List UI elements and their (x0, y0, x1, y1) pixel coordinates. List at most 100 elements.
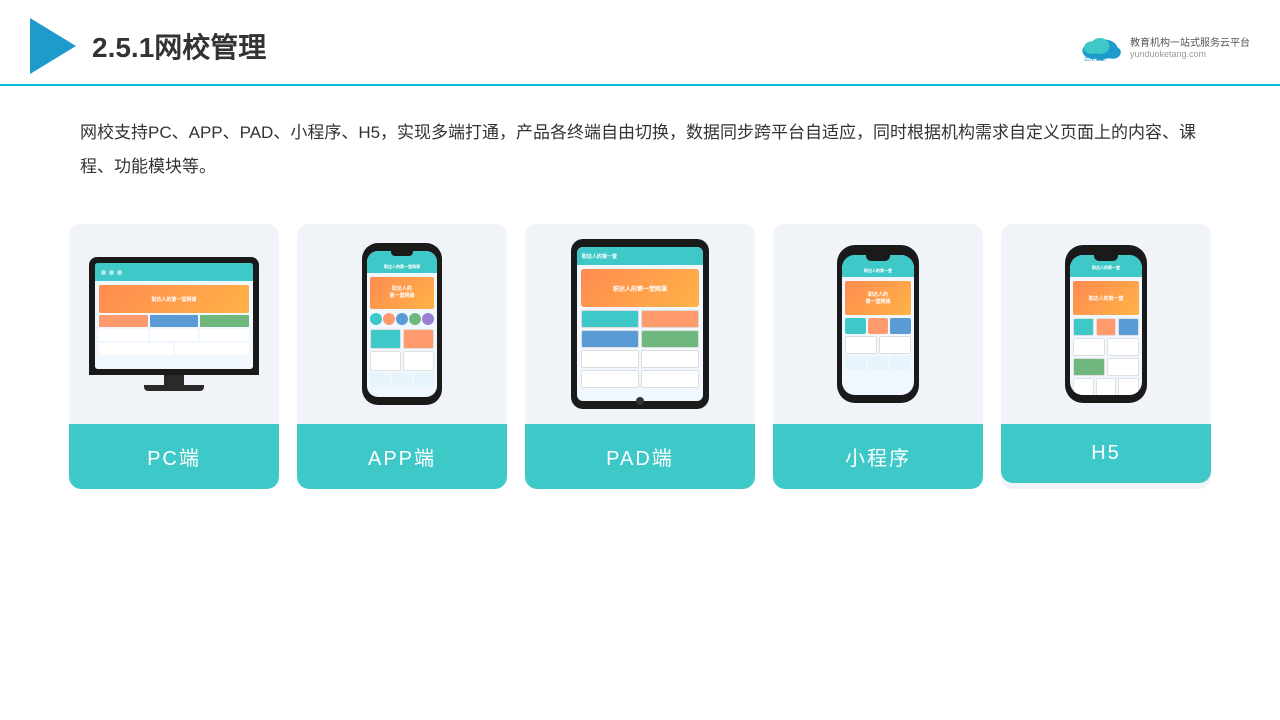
card-app-image: 职达人的第一堂网课 职达人的第一堂网课 (297, 224, 507, 424)
pad-tablet-mockup: 职达人的第一堂 职达人的第一堂网课 (571, 239, 709, 409)
tablet-grid-item (641, 350, 699, 368)
card-h5-label: H5 (1001, 424, 1211, 483)
phone-icon (396, 313, 408, 325)
mini-card-item (890, 356, 911, 370)
mini-screen-header-text: 职达人的第一堂 (864, 268, 892, 274)
phone-course-row-2 (370, 351, 434, 371)
card-h5-image: 职达人的第一堂 职达人的第一堂 (1001, 224, 1211, 424)
phone-header-text: 职达人的第一堂网课 (384, 256, 420, 270)
card-pad-image: 职达人的第一堂 职达人的第一堂网课 (525, 224, 755, 424)
page-header: 2.5.1网校管理 云朵课堂 教育机构一站式服务云平台 yunduoketang… (0, 0, 1280, 86)
tablet-grid-item (581, 310, 639, 328)
mini-card-row (845, 336, 911, 354)
tablet-grid-item (581, 350, 639, 368)
screen-card-sm (200, 315, 249, 327)
h5-item (1107, 358, 1139, 376)
phone-course-card (370, 329, 401, 349)
h5-item (1073, 318, 1094, 336)
mini-icon-item (845, 318, 866, 334)
screen-card-sm (99, 329, 148, 341)
phone-icons-row (370, 311, 434, 327)
page-title: 2.5.1网校管理 (92, 26, 266, 66)
mini-icon-item (868, 318, 889, 334)
phone-icon (422, 313, 434, 325)
h5-item (1073, 338, 1105, 356)
screen-dot (109, 270, 114, 275)
card-pc-image: 职达人的第一堂网课 (69, 224, 279, 424)
h5-row-2 (1073, 338, 1139, 356)
monitor-screen-bar (95, 263, 253, 281)
tablet-body: 职达人的第一堂网课 (577, 265, 703, 392)
phone-notch (391, 251, 413, 256)
h5-row-3 (1073, 358, 1139, 376)
mini-icon-row (845, 318, 911, 334)
tablet-grid-item (641, 310, 699, 328)
h5-item (1107, 338, 1139, 356)
screen-dot (101, 270, 106, 275)
screen-content: 职达人的第一堂网课 (95, 281, 253, 359)
screen-card-sm (99, 343, 173, 355)
monitor-frame: 职达人的第一堂网课 (89, 257, 259, 375)
phone-bottom-card (392, 373, 412, 387)
h5-row-1 (1073, 318, 1139, 336)
monitor-stand-base (144, 385, 204, 391)
tablet-home-button (636, 397, 644, 405)
phone-icon (383, 313, 395, 325)
h5-row-4 (1073, 378, 1139, 395)
card-pad: 职达人的第一堂 职达人的第一堂网课 (525, 224, 755, 489)
screen-card-sm (99, 315, 148, 327)
tablet-grid-item (581, 330, 639, 348)
h5-item (1073, 378, 1094, 395)
brand-tagline: 教育机构一站式服务云平台 (1130, 34, 1250, 49)
brand-text-block: 教育机构一站式服务云平台 yunduoketang.com (1130, 34, 1250, 59)
tablet-banner-text: 职达人的第一堂网课 (613, 284, 667, 293)
monitor-stand-top (164, 375, 184, 385)
card-pad-label: PAD端 (525, 424, 755, 489)
card-mini-label: 小程序 (773, 424, 983, 489)
mini-banner: 职达人的第一堂网课 (845, 281, 911, 315)
h5-header-text: 职达人的第一堂 (1092, 265, 1120, 274)
phone-icon (370, 313, 382, 325)
mini-screen-body: 职达人的第一堂网课 (842, 277, 914, 374)
phone-bottom-card (414, 373, 434, 387)
h5-item (1096, 318, 1117, 336)
h5-item (1118, 378, 1139, 395)
h5-item (1118, 318, 1139, 336)
phone-banner: 职达人的第一堂网课 (370, 277, 434, 309)
h5-phone-screen: 职达人的第一堂 职达人的第一堂 (1070, 255, 1142, 395)
screen-row-2 (99, 329, 249, 341)
phone-course-card (370, 351, 401, 371)
logo-triangle-icon (30, 18, 76, 74)
monitor-screen: 职达人的第一堂网课 (95, 263, 253, 369)
h5-banner: 职达人的第一堂 (1073, 281, 1139, 315)
h5-banner-text: 职达人的第一堂 (1088, 295, 1123, 302)
tablet-banner: 职达人的第一堂网课 (581, 269, 699, 307)
screen-card-sm (150, 329, 199, 341)
mini-phone-mockup: 职达人的第一堂 职达人的第一堂网课 (837, 245, 919, 403)
screen-dot (117, 270, 122, 275)
phone-screen: 职达人的第一堂网课 职达人的第一堂网课 (367, 251, 437, 397)
mini-phone-screen: 职达人的第一堂 职达人的第一堂网课 (842, 255, 914, 395)
header-left: 2.5.1网校管理 (30, 18, 266, 74)
card-pc: 职达人的第一堂网课 (69, 224, 279, 489)
phone-course-row (370, 329, 434, 349)
card-h5: 职达人的第一堂 职达人的第一堂 (1001, 224, 1211, 489)
h5-item (1096, 378, 1117, 395)
pc-monitor-mockup: 职达人的第一堂网课 (89, 257, 259, 391)
tablet-grid-item (641, 330, 699, 348)
tablet-screen: 职达人的第一堂 职达人的第一堂网课 (577, 247, 703, 401)
brand-logo: 云朵课堂 教育机构一站式服务云平台 yunduoketang.com (1076, 30, 1250, 62)
h5-item (1073, 358, 1105, 376)
screen-card-sm (150, 315, 199, 327)
mini-card-item (845, 356, 866, 370)
tablet-grid (581, 310, 699, 388)
mini-icon-item (890, 318, 911, 334)
card-app-label: APP端 (297, 424, 507, 489)
screen-row-1 (99, 315, 249, 327)
phone-bottom-card (370, 373, 390, 387)
mini-banner-text: 职达人的第一堂网课 (865, 291, 890, 305)
card-mini-image: 职达人的第一堂 职达人的第一堂网课 (773, 224, 983, 424)
mini-phone-notch (866, 255, 890, 261)
mini-card-row-2 (845, 356, 911, 370)
card-mini: 职达人的第一堂 职达人的第一堂网课 (773, 224, 983, 489)
